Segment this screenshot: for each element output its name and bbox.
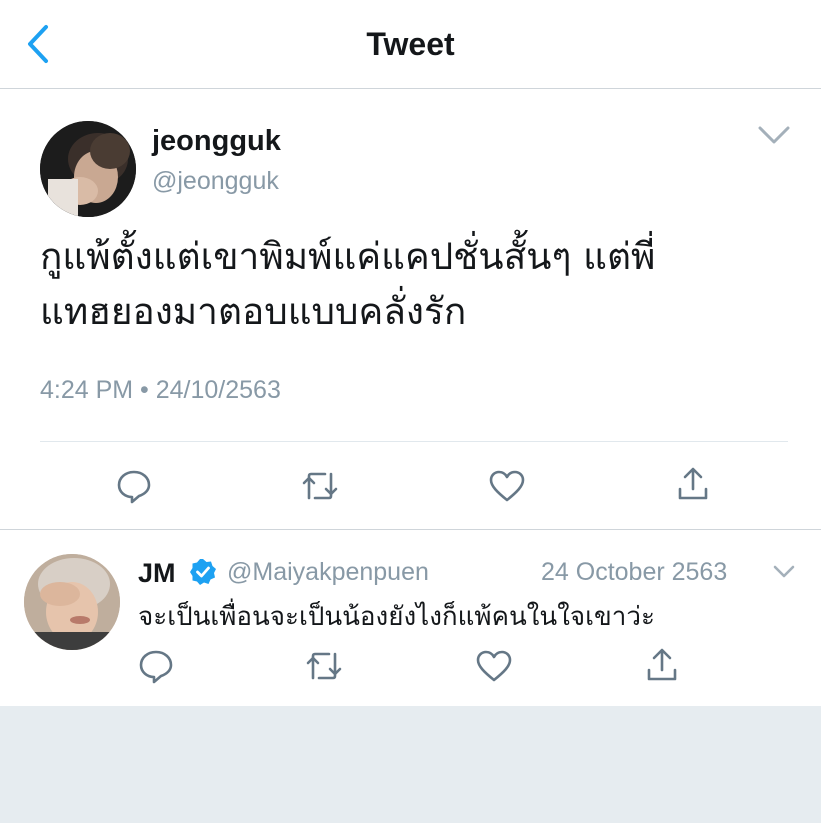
avatar-image bbox=[24, 554, 120, 650]
display-name[interactable]: jeongguk bbox=[152, 125, 281, 158]
share-icon bbox=[647, 648, 677, 681]
tweet-text: กูแพ้ตั้งแต่เขาพิมพ์แค่แคปชั่นสั้นๆ แต่พ… bbox=[40, 229, 800, 339]
verified-icon bbox=[190, 559, 216, 585]
tweet-timestamp[interactable]: 4:24 PM • 24/10/2563 bbox=[40, 376, 281, 405]
avatar[interactable] bbox=[40, 121, 136, 217]
chevron-down-icon bbox=[758, 126, 790, 144]
reply-tweet[interactable]: JM @Maiyakpenpuen 24 October 2563 จะเป็น… bbox=[0, 530, 821, 706]
timeline-background bbox=[0, 706, 821, 823]
tweet-date: 24 October 2563 bbox=[541, 558, 728, 586]
user-handle[interactable]: @Maiyakpenpuen bbox=[227, 558, 429, 587]
display-name[interactable]: JM bbox=[138, 558, 176, 589]
share-button[interactable] bbox=[640, 643, 684, 687]
reply-button[interactable] bbox=[112, 464, 156, 508]
like-button[interactable] bbox=[485, 464, 529, 508]
retweet-icon bbox=[302, 472, 338, 500]
reply-icon bbox=[117, 470, 151, 504]
reply-button[interactable] bbox=[134, 644, 178, 688]
avatar[interactable] bbox=[24, 554, 120, 650]
like-button[interactable] bbox=[472, 644, 516, 688]
avatar-image bbox=[40, 121, 136, 217]
retweet-button[interactable] bbox=[298, 464, 342, 508]
like-icon bbox=[489, 470, 525, 502]
retweet-icon bbox=[306, 652, 342, 680]
user-handle[interactable]: @jeongguk bbox=[152, 167, 279, 196]
like-icon bbox=[476, 650, 512, 682]
page-title: Tweet bbox=[366, 26, 455, 62]
tweet-text-line: กูแพ้ตั้งแต่เขาพิมพ์แค่แคปชั่นสั้นๆ แต่พ… bbox=[40, 235, 656, 278]
chevron-down-icon bbox=[773, 565, 795, 578]
retweet-button[interactable] bbox=[302, 644, 346, 688]
main-tweet: jeongguk @jeongguk กูแพ้ตั้งแต่เขาพิมพ์แ… bbox=[0, 89, 821, 530]
share-button[interactable] bbox=[671, 462, 715, 506]
header: Tweet bbox=[0, 0, 821, 89]
tweet-text-line: แทฮยองมาตอบแบบคลั่งรัก bbox=[40, 290, 467, 333]
verified-badge bbox=[189, 558, 217, 586]
share-icon bbox=[678, 467, 708, 500]
more-options-button[interactable] bbox=[756, 123, 792, 147]
divider bbox=[40, 441, 788, 442]
tweet-text: จะเป็นเพื่อนจะเป็นน้องยังไงก็แพ้คนในใจเข… bbox=[138, 602, 655, 632]
more-options-button[interactable] bbox=[772, 564, 796, 580]
reply-icon bbox=[139, 650, 173, 684]
